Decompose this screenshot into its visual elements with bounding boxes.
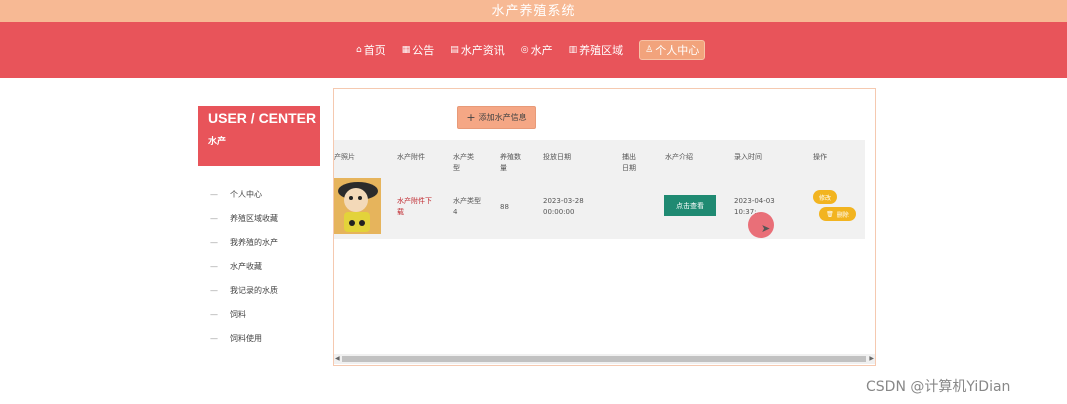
scroll-left-arrow-icon[interactable]: ◀ (335, 355, 340, 362)
menu-item-area-favorites[interactable]: — 养殖区域收藏 (210, 206, 278, 230)
aquatic-table: 产照片 水产附件 水产类型 养殖数量 投放日期 捕出日期 水产介绍 录入时间 操… (334, 140, 865, 239)
menu-item-water-quality[interactable]: — 我记录的水质 (210, 278, 278, 302)
scrollbar-thumb[interactable] (342, 356, 866, 362)
dash-icon: — (210, 285, 218, 295)
delete-label: 删除 (836, 211, 849, 219)
header-release-date: 投放日期 (543, 153, 571, 161)
user-center-heading: USER / CENTER (208, 110, 317, 126)
dash-icon: — (210, 237, 218, 247)
dash-icon: — (210, 261, 218, 271)
user-center-header: USER / CENTER 水产 (198, 106, 320, 166)
nav-news-label: 水产资讯 (460, 44, 505, 57)
notice-icon: ▦ (401, 45, 411, 55)
plus-icon: + (466, 111, 476, 124)
user-center-menu: — 个人中心 — 养殖区域收藏 — 我养殖的水产 — 水产收藏 — 我记录的水质 — 饲料 … (210, 182, 278, 350)
menu-item-label: 水产收藏 (230, 261, 262, 271)
menu-item-label: 饲料使用 (230, 333, 262, 343)
nav-area-label: 养殖区域 (579, 44, 624, 57)
cell-release-date: 2023-03-28 00:00:00 (543, 197, 584, 216)
add-aquatic-label: 添加水产信息 (478, 113, 527, 122)
main-nav: ⌂ 首页 ▦ 公告 ▤ 水产资讯 ◎ 水产 ▥ 养殖区域 ♙ 个人中心 (0, 22, 1067, 78)
title-bar: 水产养殖系统 (0, 0, 1067, 22)
dash-icon: — (210, 189, 218, 199)
menu-item-aquatic-favorites[interactable]: — 水产收藏 (210, 254, 278, 278)
horizontal-scrollbar[interactable]: ◀ ▶ (334, 354, 875, 364)
scroll-right-arrow-icon[interactable]: ▶ (869, 355, 874, 362)
fish-icon: ◎ (520, 45, 529, 55)
dash-icon: — (210, 213, 218, 223)
nav-notice[interactable]: ▦ 公告 (402, 40, 435, 60)
menu-item-label: 我记录的水质 (230, 285, 278, 295)
nav-notice-label: 公告 (412, 44, 435, 57)
edit-button[interactable]: 修改 (813, 190, 837, 204)
nav-user-center[interactable]: ♙ 个人中心 (639, 40, 706, 60)
watermark: CSDN @计算机YiDian (866, 379, 1011, 395)
mouse-cursor-icon: ➤ (761, 222, 771, 235)
header-actions: 操作 (813, 153, 827, 161)
menu-item-feed-usage[interactable]: — 饲料使用 (210, 326, 278, 350)
dash-icon: — (210, 309, 218, 319)
header-intro: 水产介绍 (665, 153, 693, 161)
dash-icon: — (210, 333, 218, 343)
delete-button[interactable]: 🗑 删除 (819, 207, 856, 221)
header-type: 水产类型 (453, 153, 474, 172)
header-attachment: 水产附件 (397, 153, 425, 161)
cell-quantity: 88 (500, 203, 509, 211)
user-icon: ♙ (645, 45, 654, 55)
header-quantity: 养殖数量 (500, 153, 521, 172)
nav-news[interactable]: ▤ 水产资讯 (450, 40, 505, 60)
nav-area[interactable]: ▥ 养殖区域 (569, 40, 624, 60)
area-icon: ▥ (568, 45, 578, 55)
news-icon: ▤ (450, 45, 459, 55)
nav-aquatic[interactable]: ◎ 水产 (521, 40, 553, 60)
menu-item-label: 个人中心 (230, 189, 262, 199)
menu-item-label: 养殖区域收藏 (230, 213, 278, 223)
aquatic-photo (334, 178, 381, 234)
cell-type: 水产类型4 (453, 197, 481, 216)
nav-home-label: 首页 (363, 44, 386, 57)
app-title: 水产养殖系统 (491, 4, 576, 19)
menu-item-label: 我养殖的水产 (230, 237, 278, 247)
nav-user-center-label: 个人中心 (655, 44, 700, 57)
menu-item-feed[interactable]: — 饲料 (210, 302, 278, 326)
menu-item-label: 饲料 (230, 309, 246, 319)
header-photo: 产照片 (334, 153, 355, 161)
trash-icon: 🗑 (826, 210, 834, 218)
menu-item-my-aquatic[interactable]: — 我养殖的水产 (210, 230, 278, 254)
header-catch-date: 捕出日期 (622, 153, 636, 172)
content-panel: + 添加水产信息 产照片 水产附件 水产类型 养殖数量 投放日期 捕出日期 水产… (333, 88, 876, 366)
attachment-download-link[interactable]: 水产附件下载 (397, 196, 433, 218)
nav-home[interactable]: ⌂ 首页 (356, 40, 386, 60)
header-entry-time: 录入时间 (734, 153, 762, 161)
home-icon: ⌂ (356, 45, 362, 55)
user-center-subheading: 水产 (208, 137, 227, 147)
add-aquatic-button[interactable]: + 添加水产信息 (457, 106, 536, 129)
nav-aquatic-label: 水产 (530, 44, 553, 57)
menu-item-personal[interactable]: — 个人中心 (210, 182, 278, 206)
view-intro-button[interactable]: 点击查看 (664, 195, 716, 216)
